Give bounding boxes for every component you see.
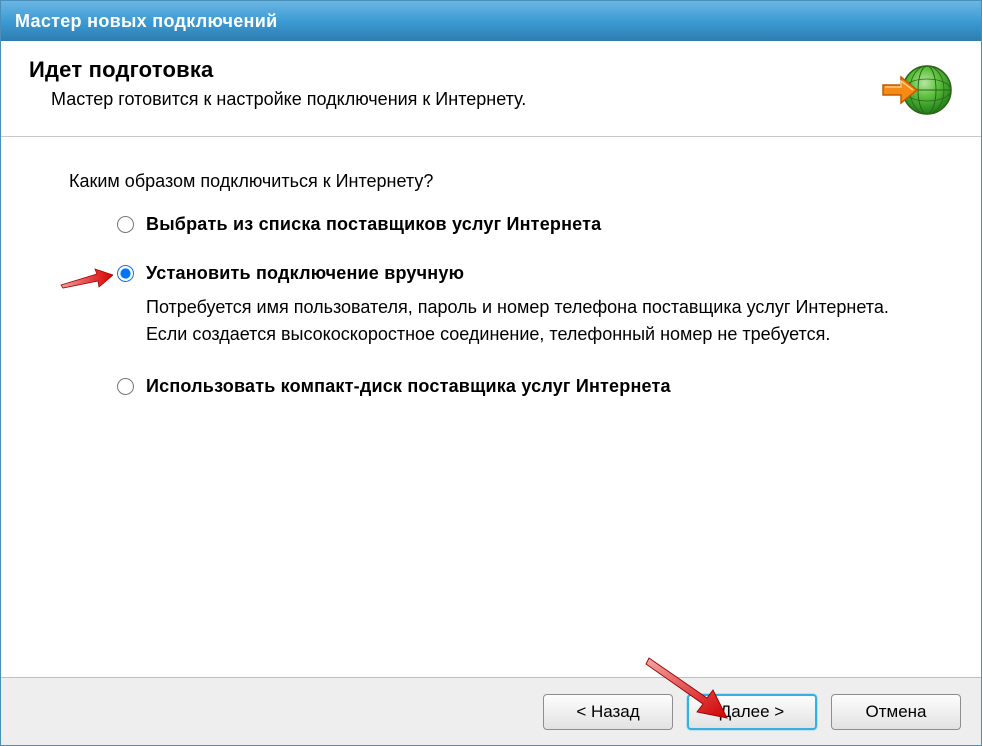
- window-title: Мастер новых подключений: [15, 11, 277, 32]
- header-title: Идет подготовка: [29, 57, 869, 83]
- option-manual-desc: Потребуется имя пользователя, пароль и н…: [146, 294, 921, 348]
- radio-cd[interactable]: [117, 378, 134, 395]
- radio-manual[interactable]: [117, 265, 134, 282]
- radio-isp-list[interactable]: [117, 216, 134, 233]
- wizard-body: Каким образом подключиться к Интернету? …: [1, 137, 981, 677]
- option-group: Выбрать из списка поставщиков услуг Инте…: [69, 214, 921, 397]
- option-manual-row[interactable]: Установить подключение вручную: [117, 263, 921, 284]
- option-isp-list-row[interactable]: Выбрать из списка поставщиков услуг Инте…: [117, 214, 921, 235]
- titlebar: Мастер новых подключений: [1, 1, 981, 41]
- header-text: Идет подготовка Мастер готовится к настр…: [29, 57, 869, 110]
- globe-arrow-icon: [881, 61, 953, 122]
- option-isp-list: Выбрать из списка поставщиков услуг Инте…: [117, 214, 921, 235]
- cancel-button[interactable]: Отмена: [831, 694, 961, 730]
- option-isp-list-label: Выбрать из списка поставщиков услуг Инте…: [146, 214, 601, 235]
- option-manual: Установить подключение вручную Потребует…: [117, 263, 921, 348]
- next-button[interactable]: Далее >: [687, 694, 817, 730]
- wizard-window: Мастер новых подключений Идет подготовка…: [0, 0, 982, 746]
- question-text: Каким образом подключиться к Интернету?: [69, 171, 921, 192]
- option-manual-label: Установить подключение вручную: [146, 263, 464, 284]
- option-cd-label: Использовать компакт-диск поставщика усл…: [146, 376, 671, 397]
- option-cd: Использовать компакт-диск поставщика усл…: [117, 376, 921, 397]
- red-pointer-arrow-icon: [59, 267, 113, 294]
- back-button[interactable]: < Назад: [543, 694, 673, 730]
- option-cd-row[interactable]: Использовать компакт-диск поставщика усл…: [117, 376, 921, 397]
- header-subtitle: Мастер готовится к настройке подключения…: [29, 89, 869, 110]
- wizard-header: Идет подготовка Мастер готовится к настр…: [1, 41, 981, 137]
- button-bar: < Назад Далее > Отмена: [1, 677, 981, 745]
